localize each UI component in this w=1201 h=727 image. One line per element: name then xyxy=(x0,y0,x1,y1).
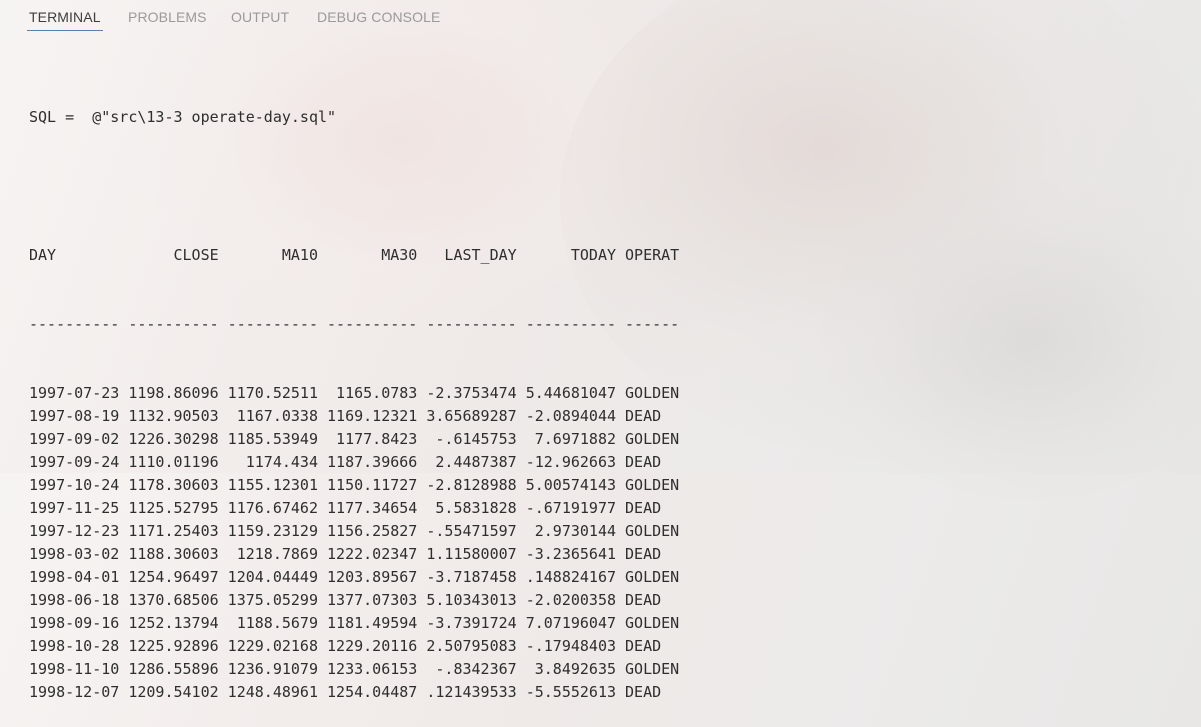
terminal-output[interactable]: SQL = @"src\13-3 operate-day.sql" DAY CL… xyxy=(29,60,679,727)
result-row: 1998-06-18 1370.68506 1375.05299 1377.07… xyxy=(29,591,662,609)
tab-terminal[interactable]: TERMINAL xyxy=(27,9,103,31)
result-row: 1997-09-24 1110.01196 1174.434 1187.3966… xyxy=(29,453,662,471)
result-row: 1997-07-23 1198.86096 1170.52511 1165.07… xyxy=(29,384,680,402)
terminal-command-line: SQL = @"src\13-3 operate-day.sql" xyxy=(29,108,337,126)
panel-tab-bar: TERMINAL PROBLEMS OUTPUT DEBUG CONSOLE xyxy=(0,0,1201,34)
result-row: 1997-12-23 1171.25403 1159.23129 1156.25… xyxy=(29,522,680,540)
result-row: 1998-03-02 1188.30603 1218.7869 1222.023… xyxy=(29,545,662,563)
result-rows: 1997-07-23 1198.86096 1170.52511 1165.07… xyxy=(29,382,679,704)
result-row: 1997-09-02 1226.30298 1185.53949 1177.84… xyxy=(29,430,680,448)
result-row: 1997-11-25 1125.52795 1176.67462 1177.34… xyxy=(29,499,662,517)
result-row: 1998-12-07 1209.54102 1248.48961 1254.04… xyxy=(29,683,662,701)
tab-debug-console[interactable]: DEBUG CONSOLE xyxy=(317,9,440,25)
tab-output[interactable]: OUTPUT xyxy=(231,9,289,25)
result-header: DAY CLOSE MA10 MA30 LAST_DAY TODAY OPERA… xyxy=(29,246,680,264)
result-row: 1997-10-24 1178.30603 1155.12301 1150.11… xyxy=(29,476,680,494)
result-row: 1998-09-16 1252.13794 1188.5679 1181.495… xyxy=(29,614,680,632)
result-row: 1998-11-10 1286.55896 1236.91079 1233.06… xyxy=(29,660,680,678)
result-row: 1997-08-19 1132.90503 1167.0338 1169.123… xyxy=(29,407,662,425)
tab-problems[interactable]: PROBLEMS xyxy=(128,9,207,25)
result-row: 1998-10-28 1225.92896 1229.02168 1229.20… xyxy=(29,637,662,655)
result-row: 1998-04-01 1254.96497 1204.04449 1203.89… xyxy=(29,568,680,586)
result-separator: ---------- ---------- ---------- -------… xyxy=(29,315,680,333)
background-shade-bottom xyxy=(820,180,1201,500)
